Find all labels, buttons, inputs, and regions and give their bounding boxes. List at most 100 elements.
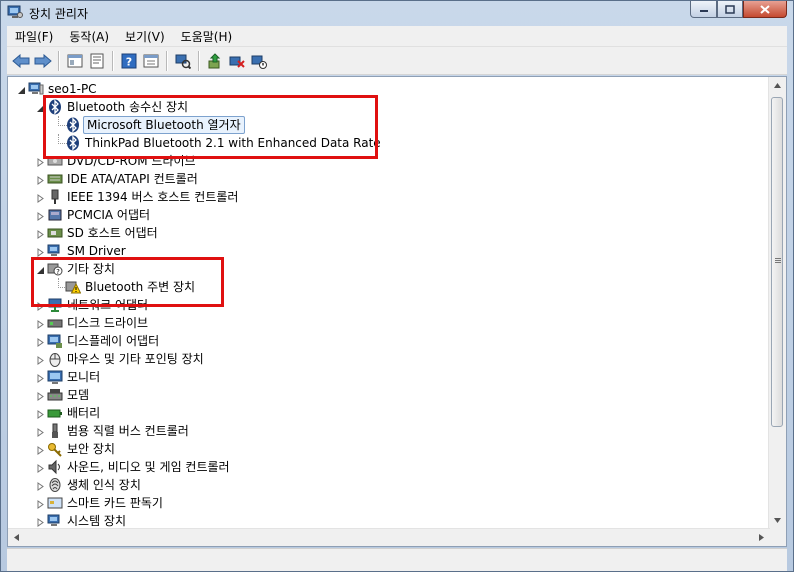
collapsed-triangle-icon[interactable] xyxy=(36,408,45,419)
tree-node[interactable]: 스마트 카드 판독기 xyxy=(8,494,770,512)
collapsed-triangle-icon[interactable] xyxy=(36,444,45,455)
scroll-thumb[interactable] xyxy=(771,97,783,427)
tree-node[interactable]: PCMCIA 어댑터 xyxy=(8,206,770,224)
tree-node[interactable]: 생체 인식 장치 xyxy=(8,476,770,494)
menu-view[interactable]: 보기(V) xyxy=(117,28,173,45)
scroll-down-button[interactable] xyxy=(769,512,786,529)
title-bar[interactable]: 장치 관리자 xyxy=(1,1,793,25)
collapsed-triangle-icon[interactable] xyxy=(36,246,45,257)
tree-node[interactable]: 사운드, 비디오 및 게임 컨트롤러 xyxy=(8,458,770,476)
tree-node-label: 사운드, 비디오 및 게임 컨트롤러 xyxy=(67,460,230,474)
collapsed-triangle-icon[interactable] xyxy=(36,228,45,239)
expanded-triangle-icon[interactable] xyxy=(36,102,45,112)
tree-node[interactable]: IDE ATA/ATAPI 컨트롤러 xyxy=(8,170,770,188)
chevron-left-icon xyxy=(14,534,19,541)
toolbar-separator xyxy=(198,50,200,71)
device-tree: seo1-PC Bluetooth 송수신 장치 Microsoft Bluetoo… xyxy=(8,77,770,546)
expanded-triangle-icon[interactable] xyxy=(36,264,45,274)
collapsed-triangle-icon[interactable] xyxy=(36,480,45,491)
collapsed-triangle-icon[interactable] xyxy=(36,462,45,473)
scan-hardware-button[interactable] xyxy=(172,50,194,72)
thumb-grip xyxy=(775,260,781,261)
help-icon: ? xyxy=(121,53,137,68)
menu-action[interactable]: 동작(A) xyxy=(61,28,117,45)
sm-driver-icon xyxy=(47,243,63,259)
collapsed-triangle-icon[interactable] xyxy=(36,516,45,527)
tree-node[interactable]: ThinkPad Bluetooth 2.1 with Enhanced Dat… xyxy=(8,134,770,152)
collapsed-triangle-icon[interactable] xyxy=(36,390,45,401)
tree-node[interactable]: 디스크 드라이브 xyxy=(8,314,770,332)
tree-node-label: PCMCIA 어댑터 xyxy=(67,208,151,222)
tree-node[interactable]: 네트워크 어댑터 xyxy=(8,296,770,314)
tree-node-label: 모니터 xyxy=(67,370,101,384)
battery-icon xyxy=(47,405,63,421)
back-button[interactable] xyxy=(10,50,32,72)
collapsed-triangle-icon[interactable] xyxy=(36,354,45,365)
menu-file[interactable]: 파일(F) xyxy=(7,28,61,45)
tree-node[interactable]: 디스플레이 어댑터 xyxy=(8,332,770,350)
chevron-down-icon xyxy=(774,518,781,523)
collapsed-triangle-icon[interactable] xyxy=(36,192,45,203)
collapsed-triangle-icon[interactable] xyxy=(36,210,45,221)
bluetooth-icon xyxy=(65,135,81,151)
tree-node[interactable]: SD 호스트 어댑터 xyxy=(8,224,770,242)
tree-node[interactable]: SM Driver xyxy=(8,242,770,260)
tree-node-label: 기타 장치 xyxy=(67,262,115,276)
tree-node-label: Bluetooth 송수신 장치 xyxy=(67,100,189,114)
tree-node[interactable]: Microsoft Bluetooth 열거자 xyxy=(8,116,770,134)
menu-help[interactable]: 도움말(H) xyxy=(173,28,241,45)
scroll-right-button[interactable] xyxy=(753,529,770,546)
expanded-triangle-icon[interactable] xyxy=(17,84,26,94)
tree-node[interactable]: 범용 직렬 버스 컨트롤러 xyxy=(8,422,770,440)
svg-text:?: ? xyxy=(126,55,132,68)
tree-node[interactable]: ? 기타 장치 xyxy=(8,260,770,278)
collapsed-triangle-icon[interactable] xyxy=(36,318,45,329)
device-manager-window: 장치 관리자 파일(F) 동작(A) 보기(V) 도움말(H) ? seo1-P… xyxy=(0,0,794,572)
tree-node-label: 모뎀 xyxy=(67,388,90,402)
scroll-up-button[interactable] xyxy=(769,77,786,94)
show-hidden-icon xyxy=(143,54,159,67)
horizontal-scrollbar[interactable] xyxy=(8,528,770,546)
forward-button[interactable] xyxy=(32,50,54,72)
update-driver-button[interactable] xyxy=(204,50,226,72)
tree-node[interactable]: IEEE 1394 버스 호스트 컨트롤러 xyxy=(8,188,770,206)
scroll-left-button[interactable] xyxy=(8,529,25,546)
tree-node-label: 디스플레이 어댑터 xyxy=(67,334,160,348)
tree-node[interactable]: 모뎀 xyxy=(8,386,770,404)
collapsed-triangle-icon[interactable] xyxy=(36,336,45,347)
tree-node[interactable]: 배터리 xyxy=(8,404,770,422)
minimize-button[interactable] xyxy=(690,1,717,18)
disable-device-icon xyxy=(251,55,267,69)
tree-node[interactable]: Bluetooth 송수신 장치 xyxy=(8,98,770,116)
firewire-icon xyxy=(47,189,63,205)
tree-node[interactable]: Bluetooth 주변 장치 xyxy=(8,278,770,296)
tree-node[interactable]: 보안 장치 xyxy=(8,440,770,458)
show-hidden-button[interactable] xyxy=(140,50,162,72)
disable-device-button[interactable] xyxy=(248,50,270,72)
chevron-up-icon xyxy=(774,83,781,88)
maximize-button[interactable] xyxy=(717,1,743,18)
tree-node-label: 디스크 드라이브 xyxy=(67,316,149,330)
tree-node-label: IDE ATA/ATAPI 컨트롤러 xyxy=(67,172,198,186)
collapsed-triangle-icon[interactable] xyxy=(36,372,45,383)
close-button[interactable] xyxy=(743,1,787,18)
tree-node[interactable]: 마우스 및 기타 포인팅 장치 xyxy=(8,350,770,368)
uninstall-button[interactable] xyxy=(226,50,248,72)
collapsed-triangle-icon[interactable] xyxy=(36,156,45,167)
help-button[interactable]: ? xyxy=(118,50,140,72)
properties-button[interactable] xyxy=(86,50,108,72)
bluetooth-icon xyxy=(65,117,81,133)
tree-node[interactable]: seo1-PC xyxy=(8,80,770,98)
collapsed-triangle-icon[interactable] xyxy=(36,300,45,311)
vertical-scrollbar[interactable] xyxy=(768,77,786,529)
collapsed-triangle-icon[interactable] xyxy=(36,498,45,509)
collapsed-triangle-icon[interactable] xyxy=(36,174,45,185)
tree-node[interactable]: DVD/CD-ROM 드라이브 xyxy=(8,152,770,170)
menu-bar: 파일(F) 동작(A) 보기(V) 도움말(H) xyxy=(7,26,787,47)
pcmcia-icon xyxy=(47,207,63,223)
display-adapter-icon xyxy=(47,333,63,349)
console-tree-button[interactable] xyxy=(64,50,86,72)
tree-node[interactable]: 모니터 xyxy=(8,368,770,386)
console-tree-icon xyxy=(67,54,83,67)
collapsed-triangle-icon[interactable] xyxy=(36,426,45,437)
